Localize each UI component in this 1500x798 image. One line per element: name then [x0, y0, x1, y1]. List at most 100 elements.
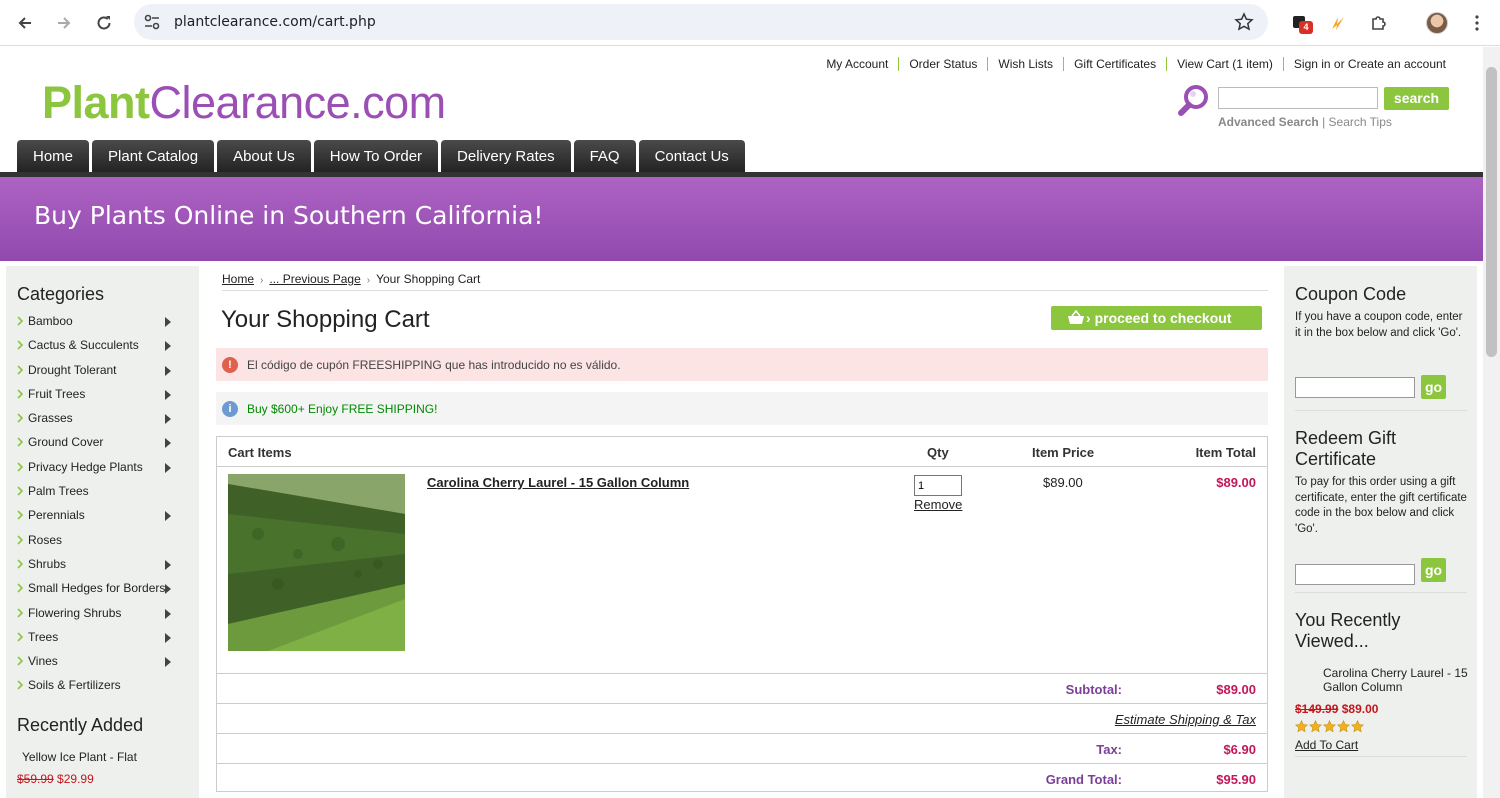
categories-title: Categories: [17, 284, 105, 304]
remove-item-link[interactable]: Remove: [914, 497, 962, 512]
back-icon[interactable]: [13, 11, 37, 35]
site-logo[interactable]: PlantClearance.com: [42, 80, 446, 125]
wish-lists-link[interactable]: Wish Lists: [987, 57, 1063, 71]
proceed-to-checkout-button[interactable]: › proceed to checkout: [1051, 306, 1262, 330]
category-label: Perennials: [28, 508, 85, 523]
nav-delivery-rates[interactable]: Delivery Rates: [441, 140, 571, 173]
category-item[interactable]: Bamboo: [6, 311, 199, 335]
product-name-link[interactable]: Carolina Cherry Laurel - 15 Gallon Colum…: [427, 475, 689, 490]
old-price: $59.99: [17, 772, 54, 786]
extensions-puzzle-icon[interactable]: [1366, 10, 1392, 36]
breadcrumb-chevron-icon: ›: [260, 275, 264, 286]
category-item[interactable]: Fruit Trees: [6, 384, 199, 408]
category-item[interactable]: Soils & Fertilizers: [6, 675, 199, 699]
lightning-extension-icon[interactable]: [1325, 10, 1351, 36]
url-text[interactable]: plantclearance.com/cart.php: [174, 14, 376, 30]
header-item-price: Item Price: [1032, 445, 1095, 460]
scrollbar-thumb[interactable]: [1486, 67, 1497, 357]
submenu-arrow-icon[interactable]: [165, 559, 171, 570]
bookmark-star-icon[interactable]: [1234, 12, 1254, 32]
coupon-go-button[interactable]: go: [1421, 375, 1446, 399]
gift-certificate-input[interactable]: [1295, 564, 1415, 585]
breadcrumb-previous[interactable]: ... Previous Page: [269, 272, 360, 286]
header-cart-items: Cart Items: [228, 445, 292, 460]
view-cart-link[interactable]: View Cart (1 item): [1166, 57, 1283, 71]
menu-kebab-icon[interactable]: [1464, 10, 1490, 36]
order-status-link[interactable]: Order Status: [898, 57, 987, 71]
gift-certificates-link[interactable]: Gift Certificates: [1063, 57, 1166, 71]
category-item[interactable]: Roses: [6, 530, 199, 554]
submenu-arrow-icon[interactable]: [165, 414, 171, 425]
category-label: Drought Tolerant: [28, 362, 117, 377]
category-label: Trees: [28, 629, 59, 644]
gift-go-button[interactable]: go: [1421, 558, 1446, 582]
category-label: Soils & Fertilizers: [28, 678, 121, 693]
submenu-arrow-icon[interactable]: [165, 389, 171, 400]
star-icon: [1337, 720, 1350, 733]
advanced-search-link[interactable]: Advanced Search: [1218, 115, 1319, 129]
profile-avatar[interactable]: [1424, 10, 1450, 36]
category-label: Grasses: [28, 411, 73, 426]
category-item[interactable]: Privacy Hedge Plants: [6, 457, 199, 481]
promo-banner: Buy Plants Online in Southern California…: [0, 177, 1483, 261]
coupon-error-alert: ! El código de cupón FREESHIPPING que ha…: [216, 348, 1268, 381]
nav-faq[interactable]: FAQ: [573, 140, 636, 173]
my-account-link[interactable]: My Account: [816, 57, 898, 71]
category-item[interactable]: Small Hedges for Borders: [6, 578, 199, 602]
recently-viewed-item[interactable]: Carolina Cherry Laurel - 15 Gallon Colum…: [1323, 666, 1473, 694]
search-tips-link[interactable]: Search Tips: [1329, 115, 1392, 129]
submenu-arrow-icon[interactable]: [165, 511, 171, 522]
extension-icon[interactable]: 4: [1287, 10, 1313, 36]
category-item[interactable]: Vines: [6, 651, 199, 675]
submenu-arrow-icon[interactable]: [165, 657, 171, 668]
category-item[interactable]: Ground Cover: [6, 432, 199, 456]
submenu-arrow-icon[interactable]: [165, 632, 171, 643]
category-item[interactable]: Grasses: [6, 408, 199, 432]
category-item[interactable]: Palm Trees: [6, 481, 199, 505]
submenu-arrow-icon[interactable]: [165, 462, 171, 473]
estimate-row: Estimate Shipping & Tax: [217, 703, 1267, 733]
category-item[interactable]: Perennials: [6, 505, 199, 529]
category-label: Ground Cover: [28, 435, 104, 450]
reload-icon[interactable]: [92, 11, 116, 35]
nav-about-us[interactable]: About Us: [217, 140, 311, 173]
recently-added-item[interactable]: Yellow Ice Plant - Flat: [22, 750, 137, 764]
nav-how-to-order[interactable]: How To Order: [313, 140, 439, 173]
search-button[interactable]: search: [1384, 87, 1449, 110]
nav-plant-catalog[interactable]: Plant Catalog: [92, 140, 215, 173]
category-item[interactable]: Cactus & Succulents: [6, 335, 199, 359]
product-image[interactable]: [228, 474, 405, 651]
submenu-arrow-icon[interactable]: [165, 317, 171, 327]
forward-icon[interactable]: [52, 11, 76, 35]
chevron-right-icon: [17, 389, 24, 399]
error-message: El código de cupón FREESHIPPING que has …: [247, 358, 621, 372]
error-icon: !: [222, 357, 238, 373]
nav-contact-us[interactable]: Contact Us: [638, 140, 745, 173]
submenu-arrow-icon[interactable]: [165, 365, 171, 376]
site-settings-icon[interactable]: [142, 12, 162, 32]
address-bar[interactable]: plantclearance.com/cart.php: [134, 4, 1268, 40]
nav-home[interactable]: Home: [17, 140, 90, 173]
breadcrumb-home[interactable]: Home: [222, 272, 254, 286]
page-scrollbar[interactable]: [1483, 47, 1500, 798]
submenu-arrow-icon[interactable]: [165, 608, 171, 619]
category-item[interactable]: Shrubs: [6, 554, 199, 578]
item-total: $89.00: [1216, 475, 1256, 490]
search-links: Advanced Search | Search Tips: [1218, 115, 1392, 129]
search-input[interactable]: [1218, 87, 1378, 109]
add-to-cart-link[interactable]: Add To Cart: [1295, 738, 1358, 752]
sign-in-link[interactable]: Sign in or Create an account: [1282, 57, 1456, 71]
coupon-code-input[interactable]: [1295, 377, 1415, 398]
submenu-arrow-icon[interactable]: [165, 438, 171, 449]
submenu-arrow-icon[interactable]: [165, 341, 171, 352]
basket-icon: [1068, 310, 1084, 324]
category-item[interactable]: Trees: [6, 627, 199, 651]
category-item[interactable]: Flowering Shrubs: [6, 603, 199, 627]
star-icon: [1351, 720, 1364, 733]
quantity-input[interactable]: [914, 475, 962, 496]
star-icon: [1323, 720, 1336, 733]
category-label: Shrubs: [28, 556, 67, 571]
category-item[interactable]: Drought Tolerant: [6, 360, 199, 384]
submenu-arrow-icon[interactable]: [165, 584, 171, 595]
estimate-shipping-link[interactable]: Estimate Shipping & Tax: [1115, 712, 1256, 727]
